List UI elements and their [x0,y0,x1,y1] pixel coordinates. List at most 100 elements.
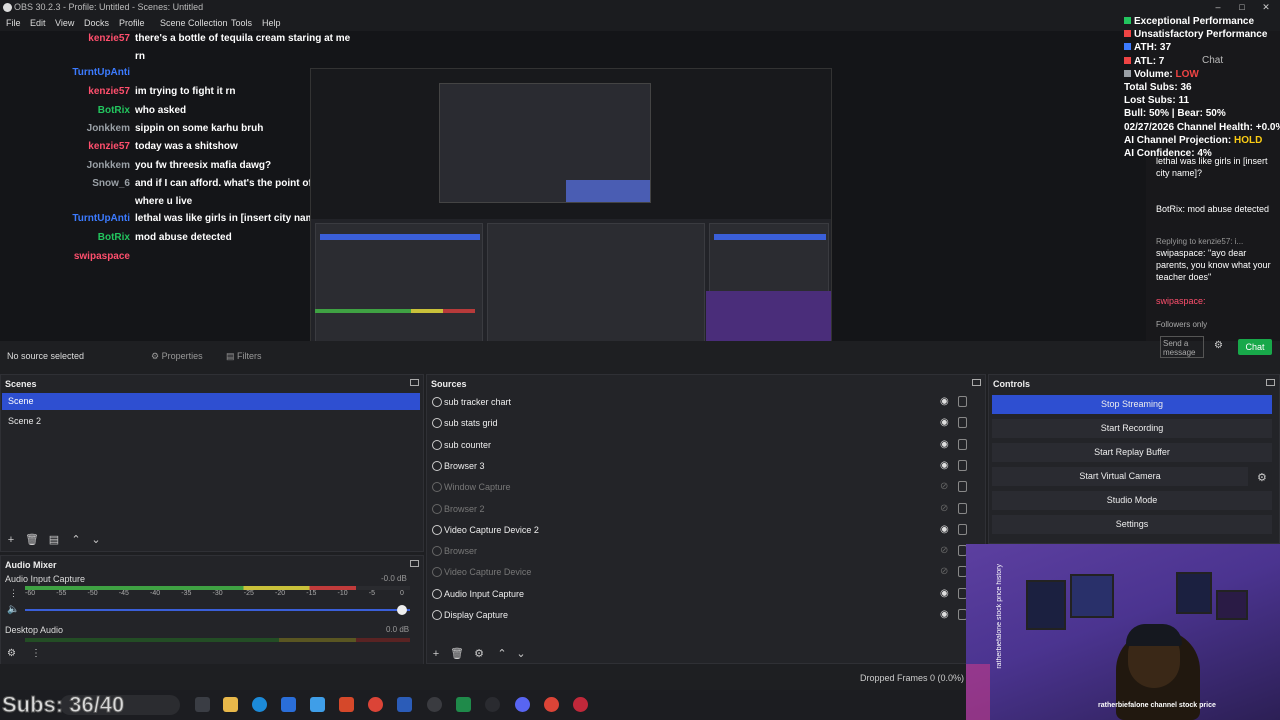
app-icon[interactable] [339,697,354,712]
chat-username: kenzie57 [88,141,130,152]
lock-icon[interactable] [958,481,967,493]
dock-float-icon[interactable] [410,379,419,386]
gear-icon[interactable]: ⚙ [7,648,16,659]
followers-only-label: Followers only [1156,320,1208,329]
app-icon[interactable] [485,697,500,712]
gear-icon[interactable]: ⚙ [473,648,485,660]
trash-icon[interactable]: 🗑 [450,648,464,660]
file-explorer-icon[interactable] [223,697,238,712]
task-view-icon[interactable] [195,697,210,712]
chat-continuation: rn [135,51,145,62]
menu-tools[interactable]: Tools [231,18,252,28]
chat-line: kenzie57 today was a shitshow [0,141,238,152]
eye-icon[interactable]: ◉ [940,610,950,620]
studio-mode-button[interactable]: Studio Mode [992,491,1272,510]
source-item[interactable]: sub counter ◉ [430,436,975,454]
stop-streaming-button[interactable]: Stop Streaming [992,395,1272,414]
minimize-button[interactable]: – [1206,0,1230,15]
lock-icon[interactable] [958,438,967,450]
trash-icon[interactable]: 🗑 [25,534,39,546]
eye-icon[interactable]: ◉ [940,524,950,535]
app-icon[interactable] [456,697,471,712]
source-item[interactable]: Browser 2 ⊘ [430,500,975,518]
source-item[interactable]: sub tracker chart ◉ [430,393,975,411]
menu-file[interactable]: File [6,18,21,28]
maximize-button[interactable]: □ [1230,0,1254,15]
source-item[interactable]: Video Capture Device 2 ◉ [430,521,975,539]
properties-label: Properties [161,351,203,361]
volume-slider[interactable] [25,609,410,611]
add-icon[interactable]: + [5,534,17,546]
eye-icon[interactable]: ◉ [940,588,950,599]
speaker-icon[interactable]: 🔈 [7,604,19,615]
start-replay-buffer-button[interactable]: Start Replay Buffer [992,443,1272,462]
move-down-icon[interactable]: ⌄ [515,648,527,660]
scene-item[interactable]: Scene [2,393,420,410]
eye-icon[interactable]: ◉ [940,418,950,428]
chat-send-button[interactable]: Chat [1238,339,1272,355]
lock-icon[interactable] [958,459,967,471]
chrome-icon[interactable] [544,697,559,712]
chat-send-input[interactable]: Send a message [1160,336,1204,358]
store-icon[interactable] [281,697,296,712]
lock-icon[interactable] [958,523,967,535]
app-icon[interactable] [573,697,588,712]
source-item[interactable]: Display Capture ◉ [430,606,975,624]
lock-icon[interactable] [958,396,967,407]
dock-float-icon[interactable] [1266,379,1275,386]
filter-icon[interactable]: ▤ [48,534,60,546]
mixer-channel-name: Audio Input Capture [5,574,86,584]
eye-icon[interactable]: ◉ [940,439,950,450]
dock-float-icon[interactable] [410,560,419,567]
source-item[interactable]: sub stats grid ◉ [430,414,975,432]
add-icon[interactable]: + [430,648,442,660]
source-item[interactable]: Browser ⊘ [430,542,975,560]
preview-canvas[interactable]: machinekenzie57there's a bottle of tequi… [0,31,1146,341]
no-source-label: No source selected [7,351,85,361]
source-item[interactable]: Browser 3 ◉ [430,457,975,475]
chrome-icon[interactable] [368,697,383,712]
obs-icon[interactable] [427,697,442,712]
nested-screen-highlight [566,180,650,202]
eye-off-icon[interactable]: ⊘ [940,546,950,556]
filters-button[interactable]: ▤ Filters [226,348,262,364]
app-icon[interactable] [310,697,325,712]
kebab-menu-icon[interactable]: ⋮ [9,588,18,599]
edge-icon[interactable] [252,697,267,712]
menu-edit[interactable]: Edit [30,18,46,28]
wall-poster [1070,574,1114,618]
chat-continuation: where u live [135,196,193,207]
menu-help[interactable]: Help [262,18,281,28]
eye-icon[interactable]: ◉ [940,460,950,471]
word-icon[interactable] [397,697,412,712]
menu-view[interactable]: View [55,18,74,28]
settings-button[interactable]: Settings [992,515,1272,534]
stats-highlight: +0.0% [1255,121,1280,133]
properties-button[interactable]: ⚙ Properties [151,348,203,364]
menu-profile[interactable]: Profile [119,18,145,28]
start-virtual-camera-button[interactable]: Start Virtual Camera [992,467,1248,486]
close-button[interactable]: ✕ [1254,0,1278,15]
lock-icon[interactable] [958,417,967,429]
dock-float-icon[interactable] [972,379,981,386]
scene-item[interactable]: Scene 2 [2,413,420,430]
eye-off-icon[interactable]: ⊘ [940,567,950,577]
eye-off-icon[interactable]: ⊘ [940,482,950,492]
lock-icon[interactable] [958,502,967,514]
move-down-icon[interactable]: ⌄ [90,534,102,546]
move-up-icon[interactable]: ⌃ [70,534,82,546]
volume-slider-handle[interactable] [397,605,407,615]
menu-docks[interactable]: Docks [84,18,109,28]
discord-icon[interactable] [515,697,530,712]
source-item[interactable]: Window Capture ⊘ [430,478,975,496]
move-up-icon[interactable]: ⌃ [496,648,508,660]
menu-scene-collection[interactable]: Scene Collection [160,18,228,28]
kebab-menu-icon[interactable]: ⋮ [31,648,41,659]
eye-icon[interactable]: ◉ [940,397,950,407]
virtual-camera-settings-icon[interactable]: ⚙ [1257,471,1267,484]
eye-off-icon[interactable]: ⊘ [940,503,950,514]
source-item[interactable]: Audio Input Capture ◉ [430,585,975,603]
start-recording-button[interactable]: Start Recording [992,419,1272,438]
chat-settings-icon[interactable]: ⚙ [1214,341,1224,351]
source-item[interactable]: Video Capture Device ⊘ [430,563,975,581]
